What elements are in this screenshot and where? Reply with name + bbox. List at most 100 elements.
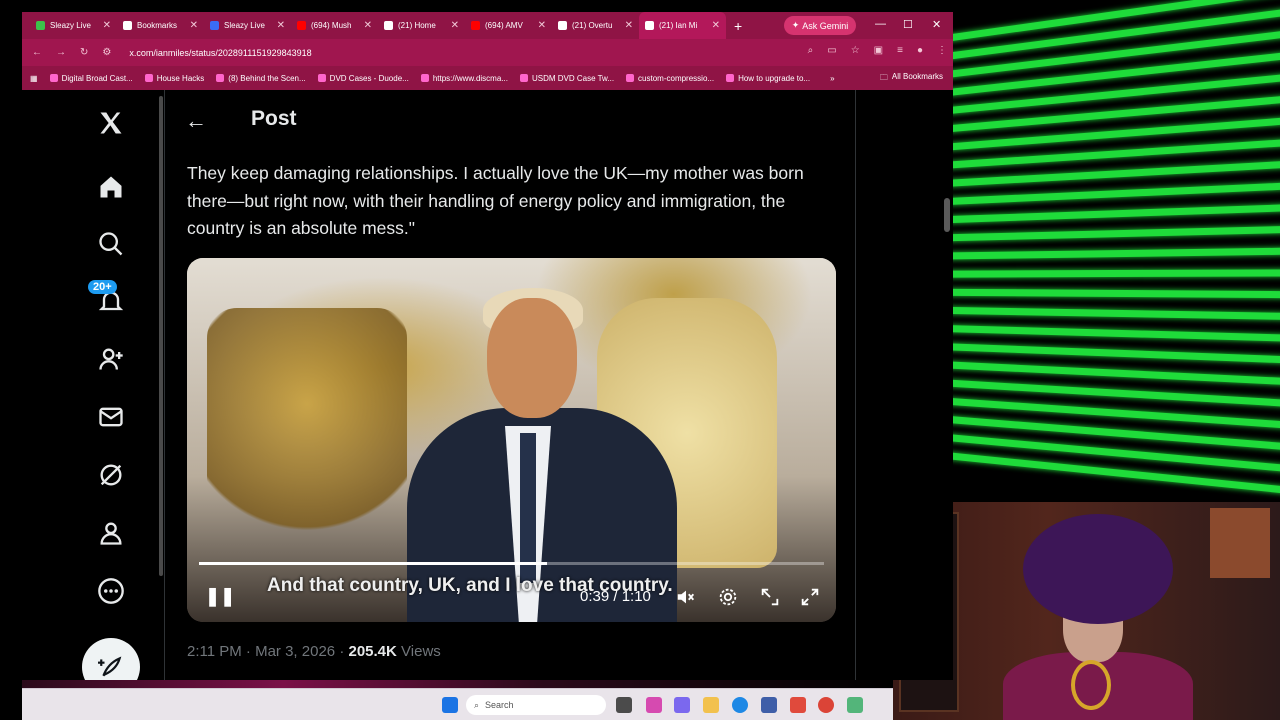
tab-close-icon[interactable]: ✕ [103, 20, 111, 31]
task-view-icon[interactable] [616, 697, 632, 713]
browser-tab[interactable]: Sleazy Live ✕ [30, 12, 117, 39]
browser-tab[interactable]: Bookmarks ✕ [117, 12, 204, 39]
settings-gear-icon[interactable] [717, 586, 739, 608]
tab-close-icon[interactable]: ✕ [277, 20, 285, 31]
youtube-icon [471, 21, 480, 30]
bookmark-item[interactable]: House Hacks [144, 74, 204, 83]
bookmark-label: https://www.discma... [432, 73, 508, 83]
browser-tab[interactable]: (21) Overtu ✕ [552, 12, 639, 39]
x-logo-icon[interactable] [96, 108, 126, 138]
tab-close-icon[interactable]: ✕ [190, 20, 198, 31]
tab-close-icon[interactable]: ✕ [712, 20, 720, 31]
pip-icon[interactable] [759, 586, 781, 608]
more-icon[interactable] [96, 576, 126, 606]
teams-icon[interactable] [674, 697, 690, 713]
all-bookmarks-label: All Bookmarks [891, 72, 943, 81]
video-progress-bar[interactable] [199, 562, 824, 565]
edge-icon[interactable] [732, 697, 748, 713]
video-tie [520, 433, 536, 583]
profile-avatar[interactable]: ● [917, 45, 923, 56]
volume-icon[interactable] [675, 586, 697, 608]
browser-tab[interactable]: (694) Mush ✕ [291, 12, 378, 39]
bookmark-star-icon[interactable]: ☆ [851, 45, 860, 56]
maximize-icon[interactable]: ☐ [903, 18, 913, 31]
ask-gemini-button[interactable]: ✦ Ask Gemini [784, 16, 856, 35]
bookmark-label: USDM DVD Case Tw... [531, 73, 615, 83]
copilot-icon[interactable] [646, 697, 662, 713]
bookmark-favicon-icon [626, 74, 635, 82]
windows-start-icon[interactable] [442, 697, 458, 713]
menu-kebab-icon[interactable]: ⋮ [937, 45, 947, 56]
follow-icon[interactable] [96, 344, 126, 374]
gemini-icon: ✦ [791, 20, 800, 30]
star-icon [123, 21, 132, 30]
notifications-badge: 20+ [88, 280, 117, 294]
bookmark-item[interactable]: (8) Behind the Scen... [216, 74, 306, 83]
back-arrow-icon[interactable]: ← [185, 108, 207, 134]
bookmark-item[interactable]: How to upgrade to... [726, 74, 810, 83]
browser-tab[interactable]: (21) Ian Mi ✕ [639, 12, 726, 39]
views-label: Views [401, 643, 441, 660]
home-icon[interactable] [96, 172, 126, 202]
compose-post-button[interactable] [82, 638, 140, 680]
cast-icon[interactable]: ▭ [827, 45, 836, 56]
minimize-icon[interactable]: — [875, 18, 886, 30]
taskbar-search[interactable]: ⌕ Search [466, 695, 606, 715]
page-title: Post [251, 107, 297, 130]
store-icon[interactable] [761, 697, 777, 713]
messages-icon[interactable] [96, 402, 126, 432]
obs-icon[interactable] [847, 697, 863, 713]
extensions-icon[interactable]: ▣ [874, 45, 883, 56]
bookmark-item[interactable]: https://www.discma... [420, 73, 508, 83]
browser-tab[interactable]: Sleazy Live ✕ [204, 12, 291, 39]
post-metadata: 2:11 PM · Mar 3, 2026 · 205.4K Views [187, 643, 441, 660]
profile-icon[interactable] [96, 518, 126, 548]
tab-close-icon[interactable]: ✕ [364, 20, 372, 31]
apps-grid-icon[interactable]: ▦ [30, 74, 38, 83]
app-icon[interactable] [790, 697, 806, 713]
sidebar-scrollbar[interactable] [159, 96, 163, 576]
url-field[interactable]: x.com/ianmiles/status/202891115192984391… [129, 48, 311, 58]
tab-search-icon[interactable]: ≡ [897, 45, 903, 56]
close-icon[interactable]: ✕ [932, 18, 941, 31]
browser-tab[interactable]: (21) Home ✕ [378, 12, 465, 39]
reload-icon[interactable]: ↻ [80, 47, 88, 58]
tab-label: (21) Ian Mi [659, 21, 698, 30]
search-icon: ⌕ [474, 699, 480, 710]
back-nav-icon[interactable]: ← [32, 47, 42, 58]
bookmark-label: Digital Broad Cast... [61, 73, 133, 83]
bookmark-item[interactable]: custom-compressio... [626, 74, 714, 83]
bookmark-item[interactable]: DVD Cases - Duode... [317, 74, 409, 83]
green-stripe [953, 180, 1280, 207]
chrome-icon[interactable] [818, 697, 834, 713]
bookmarks-overflow-icon[interactable]: » [830, 74, 834, 83]
site-info-icon[interactable]: ⚙ [102, 47, 111, 58]
address-bar: ← → ↻ ⚙ x.com/ianmiles/status/2028911151… [22, 39, 953, 66]
tab-close-icon[interactable]: ✕ [538, 20, 546, 31]
pause-icon[interactable]: ❚❚ [205, 586, 235, 607]
tab-label: (21) Home [398, 21, 436, 30]
new-tab-button[interactable]: + [734, 18, 742, 34]
feather-icon [98, 656, 122, 677]
bookmark-item[interactable]: Digital Broad Cast... [49, 73, 133, 83]
green-stripe [953, 247, 1280, 260]
tab-close-icon[interactable]: ✕ [451, 20, 459, 31]
video-player[interactable]: And that country, UK, and I love that co… [187, 258, 836, 622]
file-explorer-icon[interactable] [703, 697, 719, 713]
green-stripe [953, 269, 1280, 278]
browser-tab[interactable]: (694) AMV ✕ [465, 12, 552, 39]
search-icon[interactable] [96, 229, 126, 259]
all-bookmarks-button[interactable]: 🗀 All Bookmarks [880, 72, 943, 86]
post-column: ← Post They keep damaging relationships.… [164, 90, 856, 680]
forward-nav-icon[interactable]: → [56, 47, 66, 58]
zoom-icon[interactable]: ⌕ [808, 45, 814, 56]
grok-icon[interactable] [96, 460, 126, 490]
video-caption: And that country, UK, and I love that co… [267, 575, 673, 596]
bookmarks-bar: ▦ Digital Broad Cast... House Hacks (8) Be… [22, 66, 953, 90]
page-scrollbar[interactable] [944, 198, 950, 232]
bookmark-item[interactable]: USDM DVD Case Tw... [519, 73, 615, 83]
browser-window: Sleazy Live ✕ Bookmarks ✕ Sleazy Live ✕ (694) … [22, 12, 953, 680]
tab-close-icon[interactable]: ✕ [625, 20, 633, 31]
taskbar-search-placeholder: Search [485, 700, 514, 710]
fullscreen-icon[interactable] [799, 586, 821, 608]
